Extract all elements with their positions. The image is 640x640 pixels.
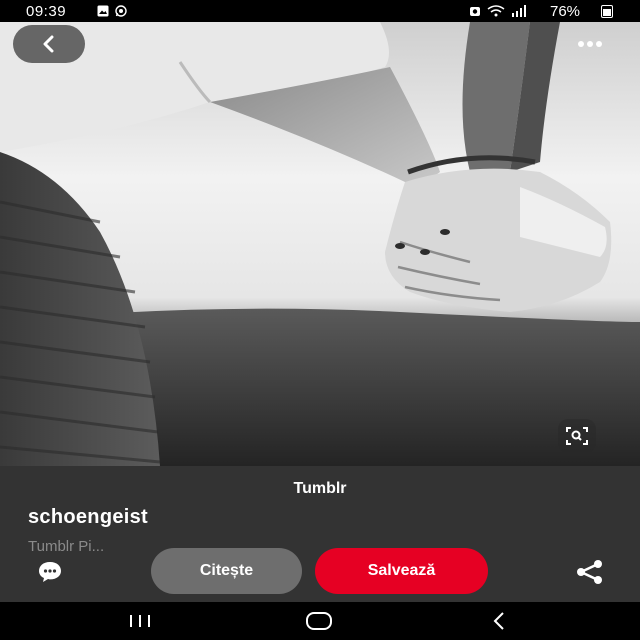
read-button[interactable]: Citește [151,548,302,594]
home-icon[interactable] [305,611,333,631]
photo-of-hands [0,22,640,466]
pin-source[interactable]: Tumblr [0,480,640,498]
wifi-icon [487,5,505,17]
visual-search-button[interactable] [558,419,596,453]
more-options-button[interactable] [569,33,611,55]
save-button[interactable]: Salvează [315,548,488,594]
gallery-icon [97,5,109,17]
battery-saver-icon [470,7,480,16]
back-button[interactable] [13,25,85,63]
battery-icon [601,5,613,18]
status-bar: 09:39 76% [0,0,640,22]
visual-search-icon [566,427,588,445]
recents-icon[interactable] [127,613,153,629]
share-button[interactable] [570,557,610,587]
signal-icon [512,5,526,17]
comment-button[interactable] [30,557,70,587]
comment-icon [39,562,61,582]
back-nav-icon[interactable] [490,611,508,631]
battery-percentage: 76% [550,3,581,20]
status-time: 09:39 [26,3,67,20]
system-nav-bar [0,602,640,640]
chevron-left-icon [43,35,54,53]
pin-title[interactable]: schoengeist [28,506,148,529]
pin-subtitle: Tumblr Pi... [28,538,105,555]
share-icon [577,560,602,584]
pin-image[interactable] [0,22,640,466]
whatsapp-icon [115,5,127,17]
more-horizontal-icon [578,41,584,47]
